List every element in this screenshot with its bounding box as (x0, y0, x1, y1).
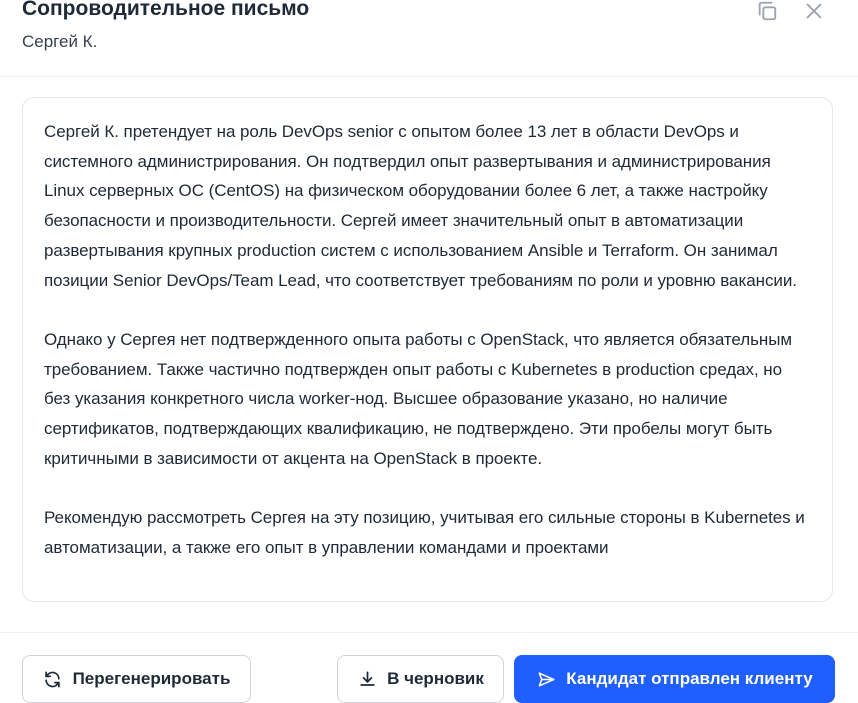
regenerate-button[interactable]: Перегенерировать (22, 655, 251, 703)
letter-paragraph: Сергей К. претендует на роль DevOps seni… (44, 122, 797, 290)
footer-divider (0, 632, 858, 633)
close-icon (806, 3, 822, 19)
regenerate-label: Перегенерировать (72, 669, 231, 688)
letter-paragraph: Однако у Сергея нет подтвержденного опыт… (44, 329, 793, 468)
send-to-client-button[interactable]: Кандидат отправлен клиенту (514, 655, 835, 703)
download-icon (357, 669, 377, 689)
draft-label: В черновик (387, 669, 484, 688)
cover-letter-body[interactable]: Сергей К. претендует на роль DevOps seni… (22, 97, 833, 602)
send-label: Кандидат отправлен клиенту (566, 669, 813, 688)
modal-header: Сопроводительное письмо Сергей К. (0, 0, 858, 77)
save-draft-button[interactable]: В черновик (337, 655, 504, 703)
modal-title: Сопроводительное письмо (22, 0, 310, 20)
letter-paragraph: Рекомендую рассмотреть Сергея на эту поз… (44, 508, 805, 557)
refresh-icon (43, 669, 63, 689)
send-icon (536, 669, 556, 689)
cover-letter-modal: Сопроводительное письмо Сергей К. Сергей… (0, 0, 858, 703)
copy-button[interactable] (755, 0, 779, 22)
close-button[interactable] (802, 0, 826, 22)
copy-icon (758, 1, 777, 21)
candidate-name: Сергей К. (22, 32, 98, 51)
